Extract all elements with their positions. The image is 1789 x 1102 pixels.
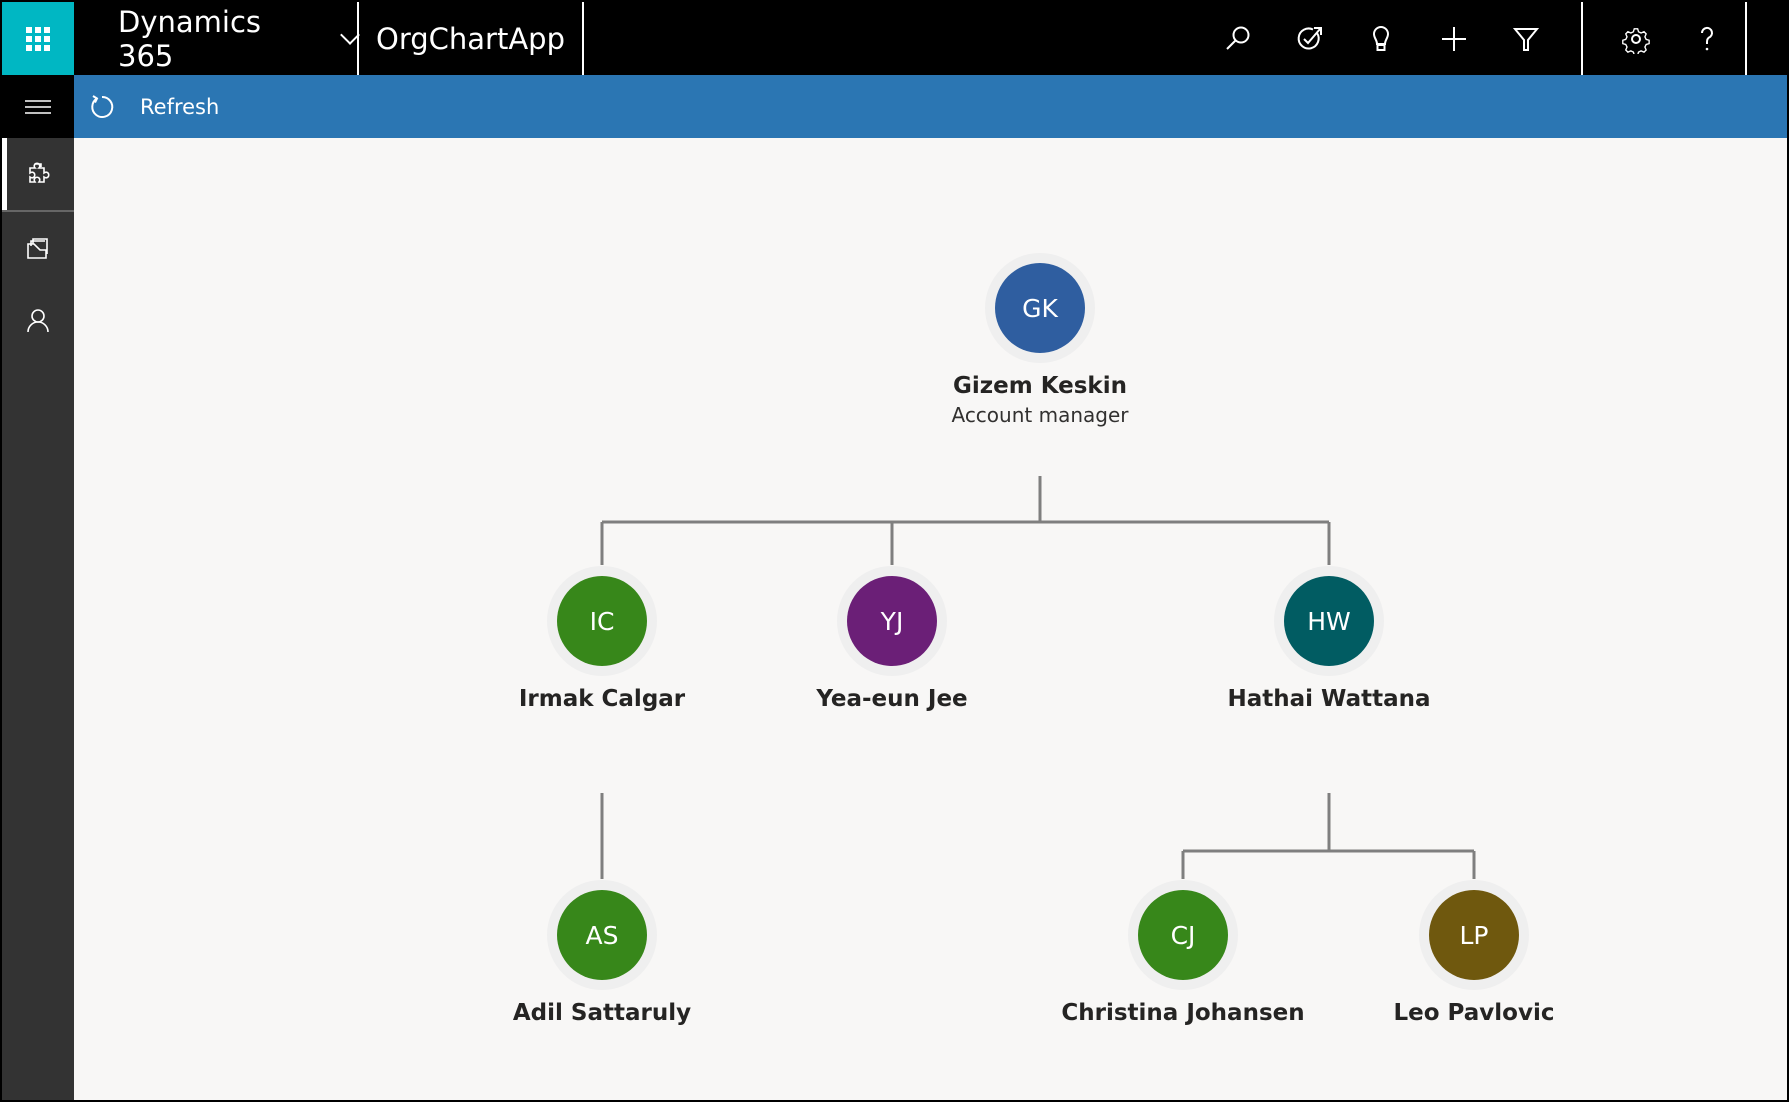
org-node[interactable]: HW Hathai Wattana — [1227, 566, 1431, 712]
person-name: Gizem Keskin — [953, 373, 1127, 399]
connector-group — [600, 476, 1331, 565]
connectors — [600, 476, 1476, 879]
org-node[interactable]: LP Leo Pavlovic — [1393, 880, 1555, 1026]
org-node[interactable]: IC Irmak Calgar — [519, 566, 686, 712]
avatar-initials: AS — [586, 921, 619, 950]
org-node[interactable]: YJ Yea-eun Jee — [815, 566, 968, 712]
person-title: Account manager — [951, 403, 1129, 427]
connector-group — [1181, 793, 1476, 879]
person-name: Adil Sattaruly — [513, 1000, 691, 1026]
avatar-initials: YJ — [880, 607, 904, 636]
avatar-initials: CJ — [1171, 921, 1196, 950]
app-window: Dynamics 365 OrgChartApp Refresh GK Gize… — [2, 2, 1787, 1100]
person-name: Hathai Wattana — [1227, 686, 1430, 712]
avatar-initials: HW — [1307, 607, 1351, 636]
org-chart: GK Gizem Keskin Account manager IC Irmak Cal… — [513, 253, 1555, 1026]
avatar-initials: LP — [1459, 921, 1488, 950]
person-name: Leo Pavlovic — [1393, 1000, 1554, 1026]
org-node[interactable]: CJ Christina Johansen — [1061, 880, 1305, 1026]
avatar-initials: IC — [590, 607, 615, 636]
avatar-initials: GK — [1022, 294, 1058, 323]
org-node[interactable]: GK Gizem Keskin Account manager — [951, 253, 1129, 427]
org-node[interactable]: AS Adil Sattaruly — [513, 880, 691, 1026]
person-name: Yea-eun Jee — [815, 686, 967, 712]
person-name: Christina Johansen — [1061, 1000, 1304, 1026]
person-name: Irmak Calgar — [519, 686, 686, 712]
nodes: GK Gizem Keskin Account manager IC Irmak Cal… — [513, 253, 1555, 1026]
